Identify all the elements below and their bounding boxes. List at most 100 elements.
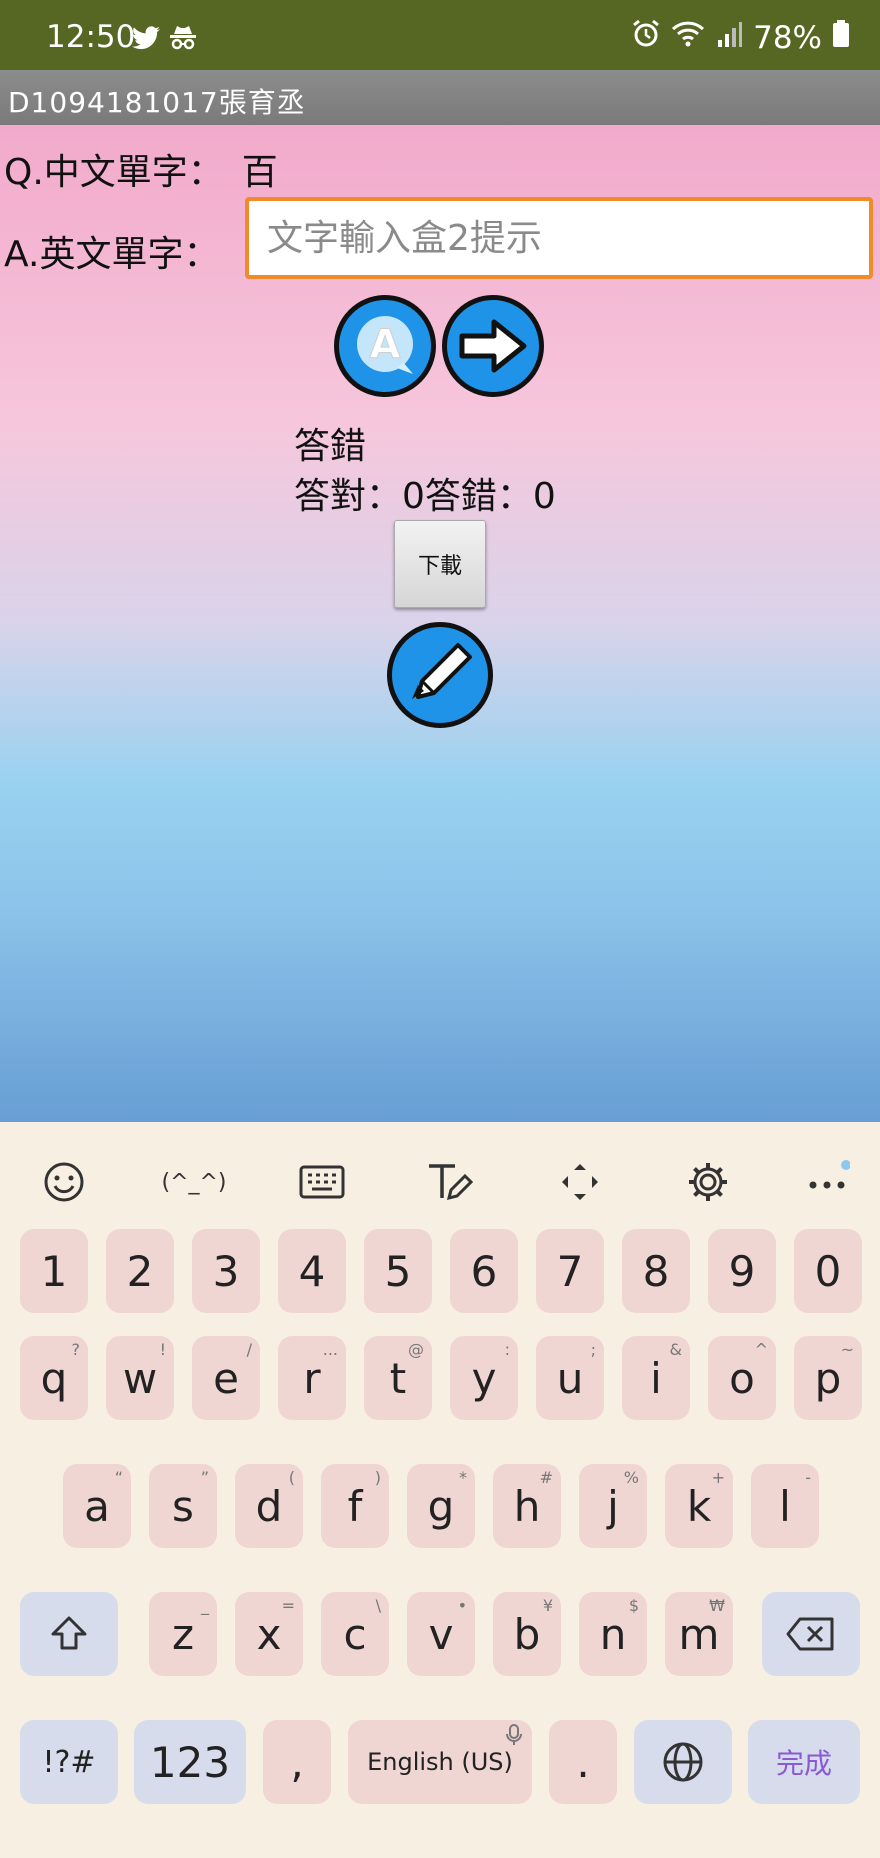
cursor-move-icon[interactable] [550, 1152, 610, 1212]
key-n[interactable]: n $ [579, 1592, 647, 1676]
next-button[interactable] [442, 295, 544, 397]
emoji-icon[interactable] [34, 1152, 94, 1212]
answer-label: A.英文單字： [4, 234, 220, 275]
comma-key[interactable]: , [263, 1720, 331, 1804]
key-label: d [255, 1481, 283, 1531]
key-alt: / [246, 1340, 252, 1359]
key-j[interactable]: j% [579, 1464, 647, 1548]
key-alt: ₩ [709, 1596, 725, 1615]
key-d[interactable]: d( [235, 1464, 303, 1548]
key-alt: * [459, 1468, 467, 1487]
key-m[interactable]: m ₩ [665, 1592, 733, 1676]
key-7[interactable]: 7 [536, 1229, 604, 1313]
key-alt: $ [628, 1596, 639, 1615]
key-z[interactable]: z _ [149, 1592, 217, 1676]
key-a[interactable]: a “ [63, 1464, 131, 1548]
key-l[interactable]: l- [751, 1464, 819, 1548]
app-title-bar: D1094181017張育丞 [0, 70, 880, 125]
answer-input[interactable] [245, 197, 873, 279]
edit-button[interactable] [387, 622, 493, 728]
space-label: English (US) [367, 1748, 513, 1776]
key-label: b [513, 1609, 541, 1659]
key-alt: _ [201, 1596, 209, 1615]
key-1[interactable]: 1 [20, 1229, 88, 1313]
key-s[interactable]: s” [149, 1464, 217, 1548]
soft-keyboard: (^_^) 1 2 3 4 5 6 7 8 9 0 q? w! e / r... … [0, 1122, 880, 1858]
key-label: r [303, 1353, 321, 1403]
kaomoji-icon[interactable]: (^_^) [161, 1152, 226, 1212]
key-alt: ! [159, 1340, 166, 1359]
key-alt: + [711, 1468, 725, 1487]
question-label: Q.中文單字： [4, 152, 224, 193]
key-alt: @ [408, 1340, 424, 1359]
key-label: h [513, 1481, 541, 1531]
key-label: y [471, 1353, 497, 1403]
more-icon[interactable] [797, 1152, 857, 1212]
key-k[interactable]: k + [665, 1464, 733, 1548]
key-label: u [556, 1353, 584, 1403]
key-label: g [427, 1481, 455, 1531]
key-label: z [171, 1609, 195, 1659]
keyboard-icon[interactable] [292, 1152, 352, 1212]
language-key[interactable] [634, 1720, 732, 1804]
key-label: t [389, 1353, 407, 1403]
app-title: D1094181017張育丞 [8, 86, 306, 119]
arrow-right-icon [459, 319, 527, 373]
battery-level: 78% [753, 20, 822, 56]
done-key[interactable]: 完成 [748, 1720, 860, 1804]
key-v[interactable]: v • [407, 1592, 475, 1676]
key-e[interactable]: e / [192, 1336, 260, 1420]
key-o[interactable]: o ^ [708, 1336, 776, 1420]
key-alt: \ [375, 1596, 381, 1615]
signal-icon [717, 20, 743, 56]
key-w[interactable]: w! [106, 1336, 174, 1420]
key-p[interactable]: p ~ [794, 1336, 862, 1420]
shift-key[interactable] [20, 1592, 118, 1676]
key-c[interactable]: c \ [321, 1592, 389, 1676]
key-4[interactable]: 4 [278, 1229, 346, 1313]
key-5[interactable]: 5 [364, 1229, 432, 1313]
key-f[interactable]: f) [321, 1464, 389, 1548]
settings-icon[interactable] [678, 1152, 738, 1212]
key-q[interactable]: q? [20, 1336, 88, 1420]
key-9[interactable]: 9 [708, 1229, 776, 1313]
key-0[interactable]: 0 [794, 1229, 862, 1313]
key-label: v [428, 1609, 454, 1659]
key-label: q [40, 1353, 68, 1403]
key-label: e [213, 1353, 239, 1403]
key-alt: ? [71, 1340, 81, 1359]
pen-icon [412, 643, 472, 699]
microphone-icon [506, 1724, 522, 1745]
key-label: p [814, 1353, 842, 1403]
speak-answer-button[interactable]: A [334, 295, 436, 397]
download-button[interactable]: 下載 [394, 520, 486, 608]
svg-text:A: A [370, 322, 401, 368]
key-g[interactable]: g * [407, 1464, 475, 1548]
key-y[interactable]: y: [450, 1336, 518, 1420]
key-x[interactable]: x = [235, 1592, 303, 1676]
key-alt: “ [114, 1468, 123, 1487]
key-t[interactable]: t @ [364, 1336, 432, 1420]
handwriting-icon[interactable] [420, 1152, 480, 1212]
symbols-key[interactable]: !?# [20, 1720, 118, 1804]
key-alt: ; [590, 1340, 596, 1359]
key-u[interactable]: u; [536, 1336, 604, 1420]
app-screen: Q.中文單字： 百 A.英文單字： A 答錯 答對：0答錯：0 下載 [0, 125, 880, 1122]
period-key[interactable]: . [549, 1720, 617, 1804]
backspace-key[interactable] [762, 1592, 860, 1676]
key-h[interactable]: h # [493, 1464, 561, 1548]
numbers-key[interactable]: 123 [134, 1720, 246, 1804]
key-i[interactable]: i & [622, 1336, 690, 1420]
space-key[interactable]: English (US) [348, 1720, 532, 1804]
key-2[interactable]: 2 [106, 1229, 174, 1313]
key-8[interactable]: 8 [622, 1229, 690, 1313]
wifi-icon [671, 19, 707, 57]
key-label: i [650, 1353, 662, 1403]
key-6[interactable]: 6 [450, 1229, 518, 1313]
key-label: m [678, 1609, 720, 1659]
key-r[interactable]: r... [278, 1336, 346, 1420]
question-row: Q.中文單字： 百 [4, 143, 278, 195]
key-label: k [686, 1481, 712, 1531]
key-3[interactable]: 3 [192, 1229, 260, 1313]
key-b[interactable]: b ¥ [493, 1592, 561, 1676]
